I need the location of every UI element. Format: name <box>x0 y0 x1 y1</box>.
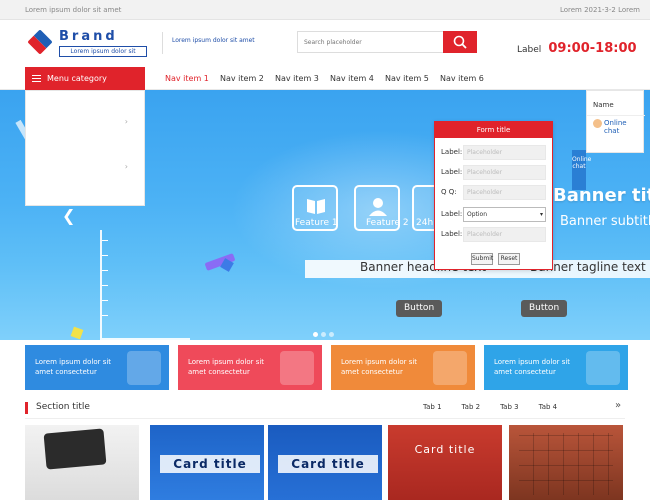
divider <box>162 32 163 54</box>
menu-icon <box>32 75 41 82</box>
tab-3[interactable]: Tab 3 <box>500 403 519 411</box>
category-row[interactable]: › <box>26 99 144 144</box>
search-icon <box>453 35 467 49</box>
main-nav: Nav item 1 Nav item 2 Nav item 3 Nav ite… <box>165 67 495 90</box>
form-title: Form title <box>435 122 552 138</box>
category-menu-label: Menu category <box>47 74 107 83</box>
nav-item-home[interactable]: Nav item 1 <box>165 67 220 90</box>
more-icon[interactable]: » <box>615 400 621 411</box>
section-title: Section title <box>36 402 90 412</box>
qq-field[interactable]: Placeholder <box>463 185 546 200</box>
major-card-title: Card title <box>160 455 260 473</box>
online-consult-link[interactable]: Online chat <box>604 119 643 135</box>
promo-text: Lorem ipsum dolor sit amet consectetur <box>494 358 571 376</box>
phone-label: Label: <box>441 168 463 176</box>
reset-button[interactable]: Reset <box>498 253 520 265</box>
major-card[interactable]: Card title <box>150 425 264 500</box>
promo-card[interactable]: Lorem ipsum dolor sit amet consectetur <box>178 345 322 390</box>
education-value: Option <box>467 211 488 218</box>
site-logo[interactable]: Brand Lorem ipsum dolor sit <box>27 29 152 59</box>
logo-title: Brand <box>59 29 118 44</box>
submit-button[interactable]: Submit <box>471 253 493 265</box>
graduate-icon <box>369 198 387 216</box>
tab-4[interactable]: Tab 4 <box>539 403 558 411</box>
feature-education-label: Feature 2 <box>366 218 409 228</box>
category-menu-button[interactable]: Menu category <box>25 67 145 90</box>
slide-dot[interactable] <box>321 332 326 337</box>
banner-pagination <box>313 332 337 337</box>
feature-24h-label: 24h <box>416 218 434 228</box>
nav-item-apply[interactable]: Nav item 6 <box>440 67 495 90</box>
nav-item-majors[interactable]: Nav item 3 <box>275 67 330 90</box>
major-card[interactable] <box>509 425 623 500</box>
name-label: Label: <box>441 148 463 156</box>
chevron-right-icon: › <box>124 162 128 171</box>
category-row[interactable]: › <box>26 144 144 189</box>
service-hours: Label 09:00-18:00 <box>517 37 637 56</box>
name-field[interactable]: Placeholder <box>463 145 546 160</box>
banner-title: Banner title <box>553 185 650 206</box>
major-card[interactable] <box>25 425 139 500</box>
illustration-icon <box>280 351 314 385</box>
search-button[interactable] <box>443 31 477 53</box>
major-card-title: Card title <box>414 443 476 456</box>
board-image <box>519 433 613 495</box>
feature-knowledge-label: Feature 1 <box>295 218 338 228</box>
banner-subtitle: Banner subtitle <box>560 214 650 229</box>
promo-card[interactable]: Lorem ipsum dolor sit amet consectetur <box>331 345 475 390</box>
education-select[interactable]: Option ▾ <box>463 207 546 222</box>
view-majors-button[interactable]: Button <box>521 300 568 317</box>
tab-2[interactable]: Tab 2 <box>462 403 481 411</box>
search-input[interactable] <box>297 31 444 53</box>
consultant-name: Name <box>593 101 614 109</box>
phone-image <box>43 428 107 470</box>
section-tabs: Tab 1 Tab 2 Tab 3 Tab 4 <box>423 403 577 411</box>
education-label: Label: <box>441 210 463 218</box>
logo-subtitle: Lorem ipsum dolor sit <box>59 46 147 57</box>
promo-text: Lorem ipsum dolor sit amet consectetur <box>35 358 112 376</box>
banner-prev-arrow[interactable]: ❮ <box>62 206 75 225</box>
avatar <box>593 119 602 128</box>
slide-dot[interactable] <box>329 332 334 337</box>
promo-text: Lorem ipsum dolor sit amet consectetur <box>341 358 418 376</box>
book-icon <box>307 199 325 214</box>
illustration-icon <box>586 351 620 385</box>
illustration-icon <box>127 351 161 385</box>
ruler-decoration <box>100 230 190 340</box>
dropdown-arrow-icon: ▾ <box>539 211 543 218</box>
major-label: Label: <box>441 230 463 238</box>
promo-card[interactable]: Lorem ipsum dolor sit amet consectetur <box>25 345 169 390</box>
promo-text: Lorem ipsum dolor sit amet consectetur <box>188 358 265 376</box>
nav-item-schools[interactable]: Nav item 2 <box>220 67 275 90</box>
tab-1[interactable]: Tab 1 <box>423 403 442 411</box>
online-consult-tab[interactable]: Online chat <box>572 150 591 190</box>
promo-card[interactable]: Lorem ipsum dolor sit amet consectetur <box>484 345 628 390</box>
category-dropdown: › › <box>25 90 145 206</box>
section-accent <box>25 402 28 414</box>
qq-label: Q Q: <box>441 188 457 196</box>
major-card[interactable]: Card title <box>268 425 382 500</box>
illustration-icon <box>433 351 467 385</box>
major-field[interactable]: Placeholder <box>463 227 546 242</box>
consult-panel: Name Online chat <box>586 90 645 153</box>
chevron-right-icon: › <box>124 117 128 126</box>
date-text: Lorem 2021-3-2 Lorem <box>559 6 640 14</box>
view-schools-button[interactable]: Button <box>396 300 443 317</box>
quick-register-form: Form title Label: Placeholder Label: Pla… <box>434 121 553 270</box>
welcome-text: Lorem ipsum dolor sit amet <box>25 6 122 14</box>
service-hours-time: 09:00-18:00 <box>548 41 637 56</box>
top-bar: Lorem ipsum dolor sit amet Lorem 2021-3-… <box>0 0 650 20</box>
section-divider <box>25 418 625 419</box>
nav-item-employment[interactable]: Nav item 4 <box>330 67 385 90</box>
major-card[interactable]: Card title <box>388 425 502 500</box>
service-hours-label: Label <box>517 45 542 55</box>
logo-mark-icon <box>27 29 53 55</box>
slide-dot[interactable] <box>313 332 318 337</box>
site-header: Brand Lorem ipsum dolor sit Lorem ipsum … <box>0 20 650 67</box>
nav-item-news[interactable]: Nav item 5 <box>385 67 440 90</box>
slogan: Lorem ipsum dolor sit amet <box>172 37 255 44</box>
major-card-title: Card title <box>278 455 378 473</box>
phone-field[interactable]: Placeholder <box>463 165 546 180</box>
search-box <box>297 31 477 53</box>
